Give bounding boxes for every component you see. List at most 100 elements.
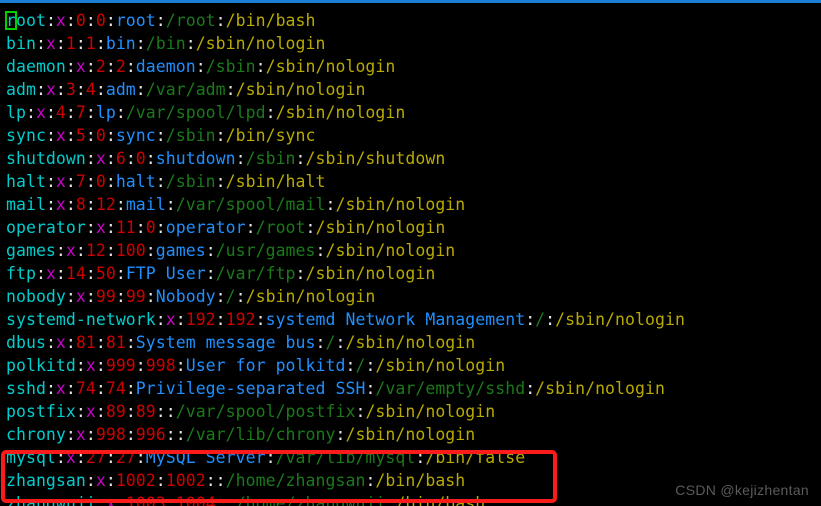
field-separator: : [145, 241, 156, 260]
login-shell: /sbin/nologin [275, 103, 406, 122]
home-directory: / [225, 287, 236, 306]
uid: 0 [75, 11, 86, 30]
field-separator: : [295, 264, 306, 283]
username: systemd-network [6, 310, 156, 329]
home-directory: /var/lib/chrony [185, 425, 336, 444]
home-directory: /sbin [245, 149, 296, 168]
field-separator: : [165, 195, 176, 214]
home-directory: / [325, 333, 336, 352]
password-flag: x [85, 402, 96, 421]
field-separator: : [105, 11, 116, 30]
field-separator: : [525, 379, 536, 398]
field-separator: : [55, 448, 66, 467]
uid: 1003 [125, 494, 166, 506]
field-separator: : [415, 448, 426, 467]
field-separator: : [55, 34, 66, 53]
login-shell: /sbin/nologin [265, 57, 396, 76]
password-flag: x [55, 11, 66, 30]
field-separator: : [55, 241, 66, 260]
field-separator: : [175, 310, 186, 329]
home-directory: /var/empty/sshd [375, 379, 526, 398]
field-separator: : [65, 11, 76, 30]
field-separator: : [165, 402, 176, 421]
password-flag: x [95, 218, 106, 237]
field-separator: : [265, 448, 276, 467]
login-shell: /sbin/nologin [555, 310, 685, 329]
field-separator: : [135, 356, 146, 375]
password-flag: x [55, 195, 66, 214]
field-separator: : [45, 195, 56, 214]
field-separator: : [55, 80, 66, 99]
field-separator: : [215, 471, 226, 490]
field-separator: : [305, 218, 316, 237]
field-separator: : [45, 11, 56, 30]
password-flag: x [105, 494, 116, 506]
field-separator: : [345, 356, 356, 375]
field-separator: : [165, 494, 176, 506]
field-separator: : [135, 80, 146, 99]
field-separator: : [315, 241, 326, 260]
field-separator: : [95, 34, 106, 53]
field-separator: : [65, 57, 76, 76]
field-separator: : [65, 379, 76, 398]
field-separator: : [155, 310, 166, 329]
field-separator: : [205, 264, 216, 283]
field-separator: : [155, 471, 166, 490]
field-separator: : [145, 149, 156, 168]
field-separator: : [85, 471, 96, 490]
field-separator: : [365, 471, 376, 490]
home-directory: /usr/games [215, 241, 316, 260]
gecos: systemd Network Management [265, 310, 526, 329]
field-separator: : [85, 149, 96, 168]
field-separator: : [75, 448, 86, 467]
username: root [6, 11, 46, 30]
username: polkitd [6, 356, 76, 375]
uid: 8 [75, 195, 86, 214]
home-directory: / [355, 356, 366, 375]
gid: 0 [95, 126, 106, 145]
field-separator: : [65, 195, 76, 214]
username: sshd [6, 379, 46, 398]
field-separator: : [65, 126, 76, 145]
field-separator: : [115, 264, 126, 283]
username: zhangsan [6, 471, 86, 490]
username: bin [6, 34, 36, 53]
gid: 4 [85, 80, 96, 99]
username: dbus [6, 333, 46, 352]
passwd-entry-row: halt:x:7:0:halt:/sbin:/sbin/halt [6, 170, 816, 193]
terminal-window[interactable]: root:x:0:0:root:/root:/bin/bash bin:x:1:1… [0, 0, 821, 506]
login-shell: /sbin/nologin [315, 218, 446, 237]
field-separator: : [215, 310, 226, 329]
gid: 74 [105, 379, 126, 398]
passwd-entry-row: sync:x:5:0:sync:/sbin:/bin/sync [6, 124, 816, 147]
field-separator: : [215, 287, 226, 306]
gid: 1004 [175, 494, 216, 506]
password-flag: x [95, 471, 106, 490]
uid: 74 [75, 379, 96, 398]
uid: 2 [95, 57, 106, 76]
field-separator: : [115, 103, 126, 122]
field-separator: : [105, 241, 116, 260]
field-separator: : [115, 494, 126, 506]
gid: 996 [135, 425, 166, 444]
field-separator: : [385, 494, 396, 506]
field-separator: : [95, 333, 106, 352]
field-separator: : [205, 241, 216, 260]
gecos: daemon [135, 57, 196, 76]
field-separator: : [255, 57, 266, 76]
passwd-entry-row: mysql:x:27:27:MySQL Server:/var/lib/mysq… [6, 446, 816, 469]
field-separator: : [335, 425, 346, 444]
field-separator: : [115, 195, 126, 214]
login-shell: /bin/sync [225, 126, 316, 145]
field-separator: : [185, 34, 196, 53]
gecos: MySQL Server [145, 448, 266, 467]
field-separator: : [85, 195, 96, 214]
username: operator [6, 218, 86, 237]
field-separator: : [325, 195, 336, 214]
login-shell: /bin/false [425, 448, 526, 467]
passwd-entry-row: systemd-network:x:192:192:systemd Networ… [6, 308, 816, 331]
field-separator: : [295, 149, 306, 168]
gid: 0 [95, 11, 106, 30]
uid: 11 [115, 218, 136, 237]
username: mail [6, 195, 46, 214]
